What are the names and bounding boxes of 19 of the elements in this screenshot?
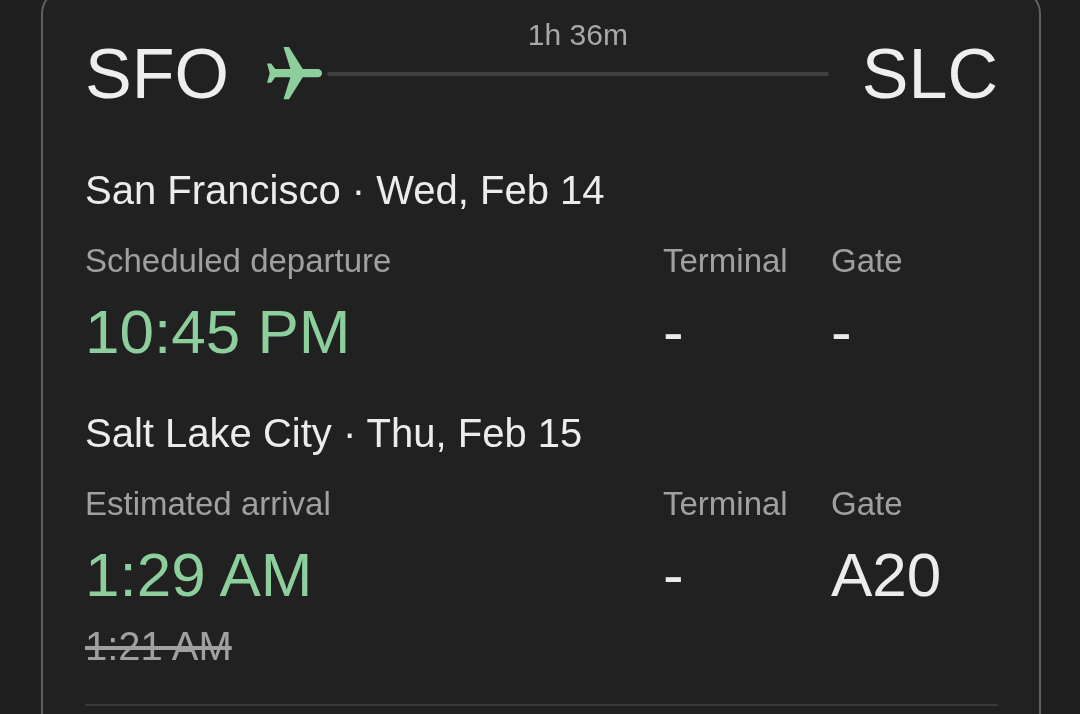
time-value: 10:45 PM <box>85 297 351 367</box>
previous-time: 1:21 AM <box>85 623 232 670</box>
terminal-value: - <box>663 297 684 367</box>
place-date-text: Salt Lake City · Thu, Feb 15 <box>85 410 584 457</box>
duration-text: 1h 36m <box>527 19 628 51</box>
gate-value: A20 <box>831 540 942 610</box>
time-label: Estimated arrival <box>85 484 331 524</box>
terminal-value: - <box>663 540 684 610</box>
gate-label: Gate <box>831 484 903 524</box>
terminal-label: Terminal <box>663 484 788 524</box>
airplane-icon <box>266 46 322 102</box>
origin-code: SFO <box>85 38 229 110</box>
terminal-label: Terminal <box>663 241 788 281</box>
time-label: Scheduled departure <box>85 241 392 281</box>
place-date-text: San Francisco · Wed, Feb 14 <box>85 167 606 214</box>
gate-label: Gate <box>831 241 903 281</box>
gate-value: - <box>831 297 852 367</box>
time-value: 1:29 AM <box>85 540 313 610</box>
destination-code: SLC <box>861 38 998 110</box>
